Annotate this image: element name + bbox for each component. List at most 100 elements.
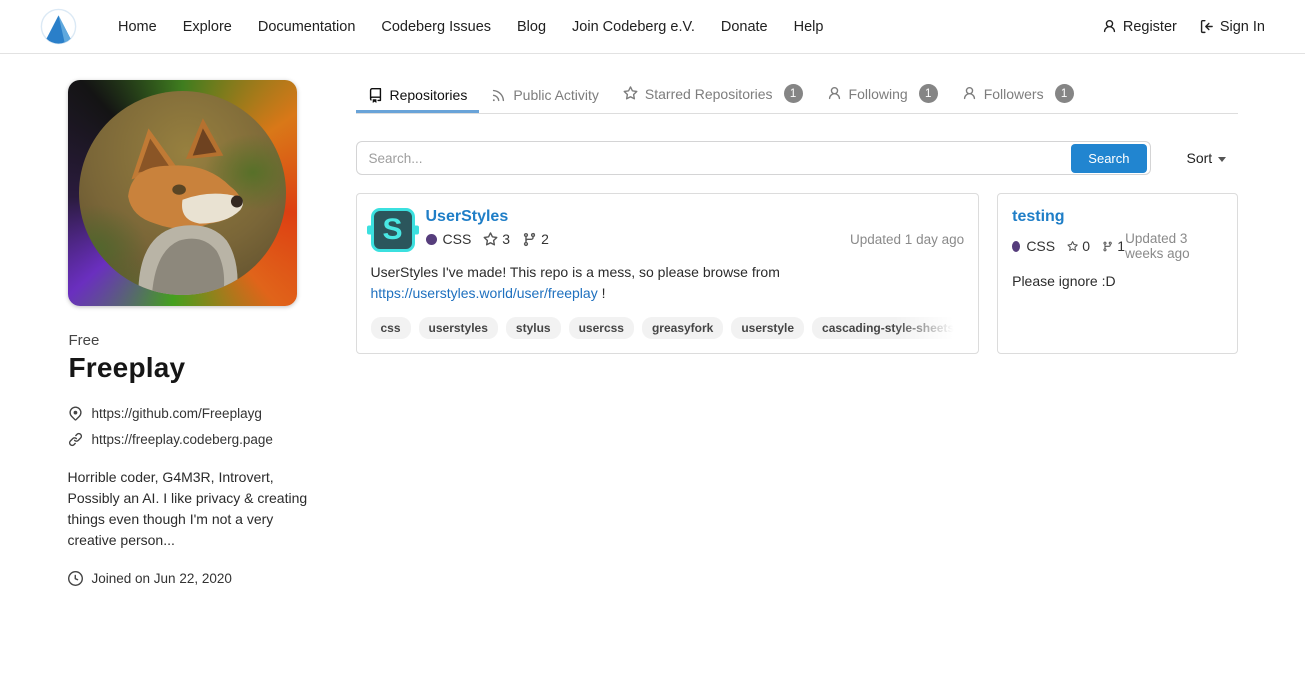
repo-search-box: Search: [356, 141, 1151, 175]
person-icon: [1102, 19, 1117, 34]
nav-item-blog[interactable]: Blog: [504, 11, 559, 43]
register-button[interactable]: Register: [1102, 19, 1177, 35]
star-count: 0: [1082, 238, 1090, 254]
sign-in-label: Sign In: [1220, 19, 1265, 35]
person-icon: [827, 86, 842, 101]
sign-in-icon: [1199, 19, 1214, 34]
repo-card-list: S UserStyles CSS 3 2 Updated 1 day ago: [356, 193, 1238, 354]
codeberg-logo-icon[interactable]: [40, 8, 77, 45]
repo-description-link[interactable]: https://userstyles.world/user/freeplay: [371, 285, 598, 301]
register-label: Register: [1123, 19, 1177, 35]
profile-location-row: https://github.com/Freeplayg: [68, 406, 340, 421]
repo-description-text: UserStyles I've made! This repo is a mes…: [371, 264, 780, 280]
topic-tag[interactable]: stylus: [506, 317, 561, 339]
language-label: CSS: [1026, 238, 1055, 254]
chevron-down-icon: [1218, 157, 1226, 162]
nav-item-help[interactable]: Help: [781, 11, 837, 43]
topic-tag[interactable]: userstyle: [731, 317, 804, 339]
user-avatar: [68, 80, 297, 306]
tab-starred-label: Starred Repositories: [645, 86, 773, 102]
fork-icon: [522, 232, 537, 247]
nav-item-documentation[interactable]: Documentation: [245, 11, 369, 43]
profile-bio: Horrible coder, G4M3R, Introvert, Possib…: [68, 467, 324, 551]
profile-joined-date: Joined on Jun 22, 2020: [92, 571, 232, 586]
language-dot: [426, 234, 437, 245]
topic-tag[interactable]: css: [371, 317, 411, 339]
profile-joined-row: Joined on Jun 22, 2020: [68, 571, 340, 586]
repo-card-header: S UserStyles CSS 3 2 Updated 1 day ago: [371, 208, 965, 252]
repo-link-userstyles[interactable]: UserStyles: [426, 208, 509, 226]
star-icon: [1067, 239, 1078, 254]
fork-count: 2: [541, 231, 549, 247]
sort-dropdown[interactable]: Sort: [1187, 150, 1227, 166]
tab-following[interactable]: Following 1: [815, 80, 950, 113]
profile-names: Free Freeplay: [68, 332, 340, 384]
sign-in-button[interactable]: Sign In: [1199, 19, 1265, 35]
repo-meta-row: CSS 3 2 Updated 1 day ago: [426, 231, 965, 247]
profile-sidebar: Free Freeplay https://github.com/Freepla…: [68, 80, 340, 586]
profile-username: Freeplay: [69, 352, 340, 384]
repo-card-testing: testing CSS 0 1 Updated 3 weeks ago Plea…: [997, 193, 1237, 354]
profile-full-name: Free: [69, 332, 340, 349]
repo-card-userstyles: S UserStyles CSS 3 2 Updated 1 day ago: [356, 193, 980, 354]
updated-timestamp: Updated 1 day ago: [850, 232, 964, 247]
nav-item-donate[interactable]: Donate: [708, 11, 781, 43]
clock-icon: [68, 571, 83, 586]
topic-tag[interactable]: userstyles: [419, 317, 498, 339]
nav-auth-area: Register Sign In: [1102, 19, 1265, 35]
location-icon: [68, 406, 83, 421]
nav-item-explore[interactable]: Explore: [170, 11, 245, 43]
tab-followers-label: Followers: [984, 86, 1044, 102]
repo-description: UserStyles I've made! This repo is a mes…: [371, 262, 965, 304]
repo-search-row: Search Sort: [356, 141, 1238, 175]
page-content: Free Freeplay https://github.com/Freepla…: [68, 80, 1238, 586]
sort-label: Sort: [1187, 150, 1213, 166]
main-nav: Home Explore Documentation Codeberg Issu…: [105, 11, 836, 43]
following-count-badge: 1: [919, 84, 938, 103]
topic-tag[interactable]: usercss: [569, 317, 634, 339]
search-input[interactable]: [357, 151, 1069, 166]
fox-avatar-image: [79, 91, 286, 295]
nav-item-join-codeberg[interactable]: Join Codeberg e.V.: [559, 11, 708, 43]
tab-starred-repositories[interactable]: Starred Repositories 1: [611, 80, 815, 113]
topic-tag[interactable]: cascading-style-sheets: [812, 317, 964, 339]
starred-count-badge: 1: [784, 84, 803, 103]
top-navbar: Home Explore Documentation Codeberg Issu…: [0, 0, 1305, 54]
tab-public-activity[interactable]: Public Activity: [479, 83, 611, 113]
star-icon: [623, 86, 638, 101]
profile-website-link[interactable]: https://freeplay.codeberg.page: [92, 432, 273, 447]
rss-icon: [491, 88, 506, 103]
search-button[interactable]: Search: [1071, 144, 1146, 173]
profile-location-link[interactable]: https://github.com/Freeplayg: [92, 406, 262, 421]
followers-count-badge: 1: [1055, 84, 1074, 103]
tab-followers[interactable]: Followers 1: [950, 80, 1086, 113]
nav-item-codeberg-issues[interactable]: Codeberg Issues: [368, 11, 504, 43]
star-count: 3: [502, 231, 510, 247]
profile-website-row: https://freeplay.codeberg.page: [68, 432, 340, 447]
repo-link-testing[interactable]: testing: [1012, 208, 1064, 226]
topic-tags: css userstyles stylus usercss greasyfork…: [371, 317, 965, 339]
nav-item-home[interactable]: Home: [105, 11, 170, 43]
profile-main: Repositories Public Activity Starred Rep…: [356, 80, 1238, 586]
link-icon: [68, 432, 83, 447]
tab-repositories-label: Repositories: [390, 87, 468, 103]
repo-icon: [368, 88, 383, 103]
language-dot: [1012, 241, 1020, 252]
userstyles-repo-avatar[interactable]: S: [371, 208, 415, 252]
language-label: CSS: [443, 231, 472, 247]
repo-description: Please ignore :D: [1012, 271, 1222, 292]
repo-meta-row: CSS 0 1 Updated 3 weeks ago: [1012, 231, 1222, 261]
star-icon: [483, 232, 498, 247]
profile-links: https://github.com/Freeplayg https://fre…: [68, 406, 340, 447]
tab-public-activity-label: Public Activity: [513, 87, 599, 103]
updated-timestamp: Updated 3 weeks ago: [1125, 231, 1222, 261]
repo-card-head-main: UserStyles CSS 3 2 Updated 1 day ago: [426, 208, 965, 252]
profile-tabs: Repositories Public Activity Starred Rep…: [356, 80, 1238, 114]
fork-count: 1: [1117, 238, 1125, 254]
repo-description-suffix: !: [598, 285, 606, 301]
topic-tag[interactable]: greasyfork: [642, 317, 723, 339]
repo-avatar-letter: S: [382, 215, 402, 245]
person-icon: [962, 86, 977, 101]
fork-icon: [1102, 239, 1113, 254]
tab-repositories[interactable]: Repositories: [356, 83, 480, 113]
